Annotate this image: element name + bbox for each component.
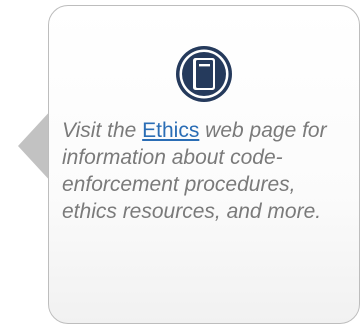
callout-stage: Visit the Ethics web page for informatio… <box>0 0 362 328</box>
book-icon <box>174 44 234 104</box>
ethics-link[interactable]: Ethics <box>142 119 199 142</box>
callout-text: Visit the Ethics web page for informatio… <box>62 117 354 225</box>
callout-text-before: Visit the <box>62 119 143 142</box>
